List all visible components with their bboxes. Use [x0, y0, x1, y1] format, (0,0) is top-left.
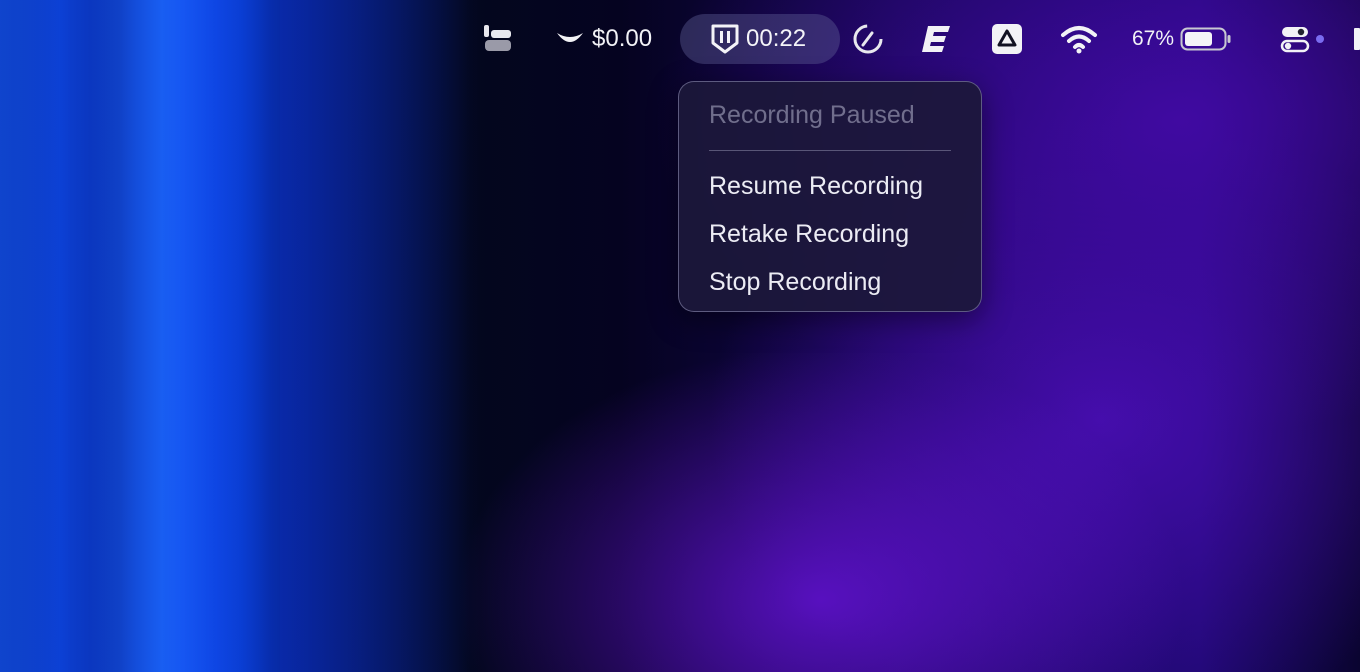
menubar: $0.00 00:22 67% [0, 0, 1360, 78]
battery-icon [1180, 27, 1231, 51]
desktop-wallpaper: $0.00 00:22 67% Recording Paused Resume … [0, 0, 1360, 672]
stop-recording-item[interactable]: Stop Recording [709, 265, 951, 313]
cost-indicator[interactable]: $0.00 [554, 14, 652, 64]
window-manager-icon[interactable] [480, 14, 516, 64]
retake-recording-item[interactable]: Retake Recording [709, 217, 951, 265]
status-dot-icon [1316, 35, 1324, 43]
recorder-timer: 00:22 [746, 25, 807, 52]
bold-e-icon[interactable] [920, 14, 954, 64]
control-center-icon[interactable] [1280, 14, 1324, 64]
wallpaper-streak [280, 0, 480, 672]
resume-recording-item[interactable]: Resume Recording [709, 169, 951, 217]
wifi-icon[interactable] [1060, 14, 1098, 64]
smile-icon [557, 33, 583, 42]
recording-dropdown-menu: Recording Paused Resume Recording Retake… [678, 81, 982, 312]
recorder-status-button[interactable]: 00:22 [680, 14, 840, 64]
menu-divider [709, 150, 951, 151]
battery-status[interactable]: 67% [1132, 14, 1232, 64]
drive-icon[interactable] [990, 14, 1024, 64]
recording-status-header: Recording Paused [709, 101, 915, 129]
wallpaper-streak [90, 0, 270, 672]
wallpaper-streak [0, 0, 70, 672]
overflow-icon[interactable] [1354, 14, 1360, 64]
sync-icon[interactable] [850, 14, 886, 64]
cost-text: $0.00 [592, 25, 653, 52]
recorder-logo-icon [711, 24, 739, 54]
battery-percent: 67% [1132, 27, 1175, 50]
